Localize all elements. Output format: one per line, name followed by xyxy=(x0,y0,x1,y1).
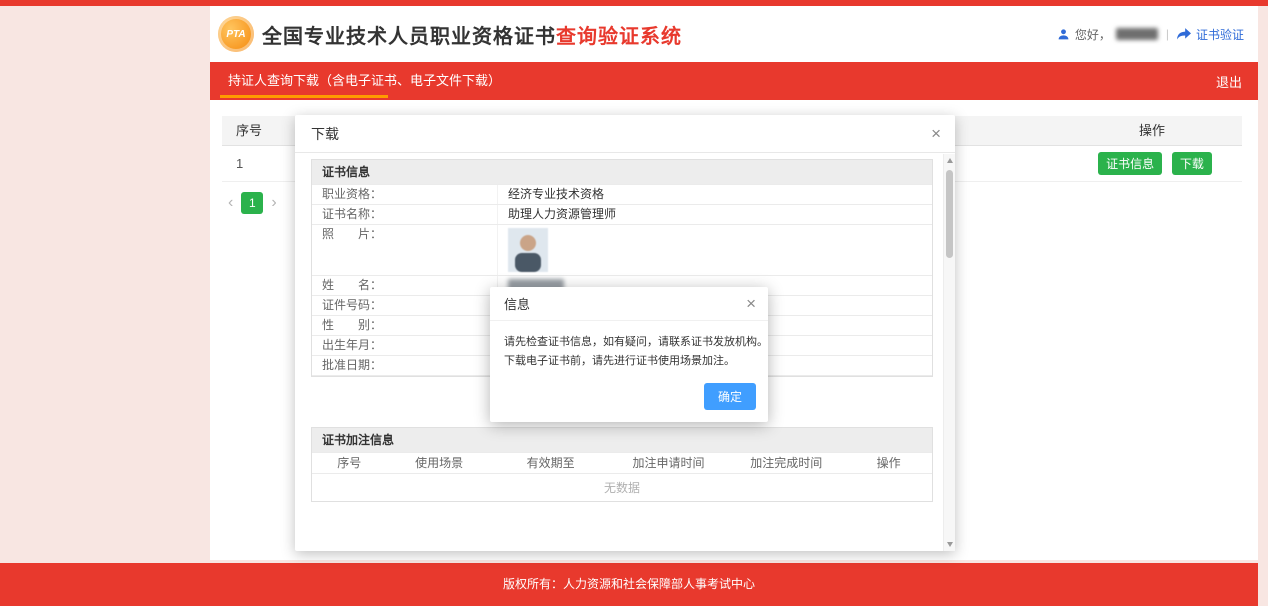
info-modal: 信息 × 请先检查证书信息，如有疑问，请联系证书发放机构。 下载电子证书前，请先… xyxy=(490,287,768,422)
pagination-page-1[interactable]: 1 xyxy=(241,192,263,214)
col-action-header: 操作 xyxy=(1062,116,1242,145)
pagination-prev-icon[interactable]: ‹ xyxy=(228,194,233,212)
brand: PTA 全国专业技术人员职业资格证书 查询验证系统 xyxy=(218,16,682,52)
field-value xyxy=(498,225,932,275)
ann-col-apply-time: 加注申请时间 xyxy=(610,453,728,473)
title-main: 全国专业技术人员职业资格证书 xyxy=(262,20,556,49)
title-accent: 查询验证系统 xyxy=(556,20,682,49)
info-modal-title: 信息 xyxy=(504,294,530,313)
field-row-qualification: 职业资格： 经济专业技术资格 xyxy=(312,184,932,204)
field-row-photo: 照 片： xyxy=(312,224,932,275)
field-label: 姓 名： xyxy=(312,276,498,295)
field-label: 证书名称： xyxy=(312,205,498,224)
info-modal-footer: 确定 xyxy=(490,375,768,422)
pta-logo-icon: PTA xyxy=(218,16,254,52)
divider: | xyxy=(1166,27,1169,41)
user-name-redacted xyxy=(1116,28,1158,40)
cert-info-button[interactable]: 证书信息 xyxy=(1098,152,1162,175)
ann-col-scene: 使用场景 xyxy=(386,453,491,473)
site-header: PTA 全国专业技术人员职业资格证书 查询验证系统 您好， | 证书验证 xyxy=(210,6,1258,62)
greeting-text: 您好， xyxy=(1075,26,1111,43)
download-modal-header: 下载 × xyxy=(295,115,955,153)
field-value: 助理人力资源管理师 xyxy=(498,205,932,224)
field-label: 职业资格： xyxy=(312,185,498,204)
annotation-info-table: 证书加注信息 序号 使用场景 有效期至 加注申请时间 加注完成时间 操作 无数据 xyxy=(311,427,933,502)
field-label: 出生年月： xyxy=(312,336,498,355)
col-index-header: 序号 xyxy=(222,116,302,145)
download-button[interactable]: 下载 xyxy=(1172,152,1212,175)
field-label: 照 片： xyxy=(312,225,498,275)
annotation-header-row: 序号 使用场景 有效期至 加注申请时间 加注完成时间 操作 xyxy=(312,452,932,473)
certificate-photo xyxy=(508,228,548,272)
certificate-info-section-title: 证书信息 xyxy=(312,160,932,184)
ann-col-action: 操作 xyxy=(845,453,932,473)
download-modal-close-icon[interactable]: × xyxy=(931,125,941,142)
tab-holder-query-download[interactable]: 持证人查询下载（含电子证书、电子文件下载） xyxy=(220,62,509,100)
pagination-next-icon[interactable]: › xyxy=(271,194,276,212)
scrollbar-thumb[interactable] xyxy=(946,170,953,258)
info-modal-header: 信息 × xyxy=(490,287,768,321)
field-value: 经济专业技术资格 xyxy=(498,185,932,204)
info-modal-body: 请先检查证书信息，如有疑问，请联系证书发放机构。 下载电子证书前，请先进行证书使… xyxy=(490,321,768,375)
logo-text: PTA xyxy=(226,29,245,40)
ann-col-complete-time: 加注完成时间 xyxy=(727,453,845,473)
download-modal-title: 下载 xyxy=(311,124,339,144)
scrollbar-down-icon[interactable] xyxy=(947,542,953,547)
certificate-verify-link[interactable]: 证书验证 xyxy=(1196,26,1244,43)
page-title: 全国专业技术人员职业资格证书 查询验证系统 xyxy=(262,20,682,49)
modal-scrollbar[interactable] xyxy=(943,154,955,551)
row-index: 1 xyxy=(222,156,302,171)
scrollbar-up-icon[interactable] xyxy=(947,158,953,163)
nav-bar: 持证人查询下载（含电子证书、电子文件下载） 退出 xyxy=(210,62,1258,100)
info-line-2: 下载电子证书前，请先进行证书使用场景加注。 xyxy=(504,352,754,371)
info-modal-close-icon[interactable]: × xyxy=(746,295,756,312)
copyright-text: 版权所有：人力资源和社会保障部人事考试中心 xyxy=(503,577,755,591)
user-area: 您好， | 证书验证 xyxy=(1057,26,1244,43)
tab-label: 持证人查询下载（含电子证书、电子文件下载） xyxy=(228,73,501,88)
field-label: 证件号码： xyxy=(312,296,498,315)
field-row-cert-name: 证书名称： 助理人力资源管理师 xyxy=(312,204,932,224)
field-label: 性 别： xyxy=(312,316,498,335)
share-arrow-icon xyxy=(1177,28,1191,40)
user-icon xyxy=(1057,28,1070,41)
info-line-1: 请先检查证书信息，如有疑问，请联系证书发放机构。 xyxy=(504,333,754,352)
ann-col-index: 序号 xyxy=(312,453,386,473)
no-data-text: 无数据 xyxy=(312,473,932,501)
footer: 版权所有：人力资源和社会保障部人事考试中心 xyxy=(0,563,1258,606)
ann-col-valid-until: 有效期至 xyxy=(492,453,610,473)
logout-link[interactable]: 退出 xyxy=(1216,72,1242,91)
row-actions: 证书信息 下载 xyxy=(1062,152,1242,175)
field-label: 批准日期： xyxy=(312,356,498,375)
active-tab-underline xyxy=(220,95,388,98)
annotation-section-title: 证书加注信息 xyxy=(312,428,932,452)
confirm-button[interactable]: 确定 xyxy=(704,383,756,410)
